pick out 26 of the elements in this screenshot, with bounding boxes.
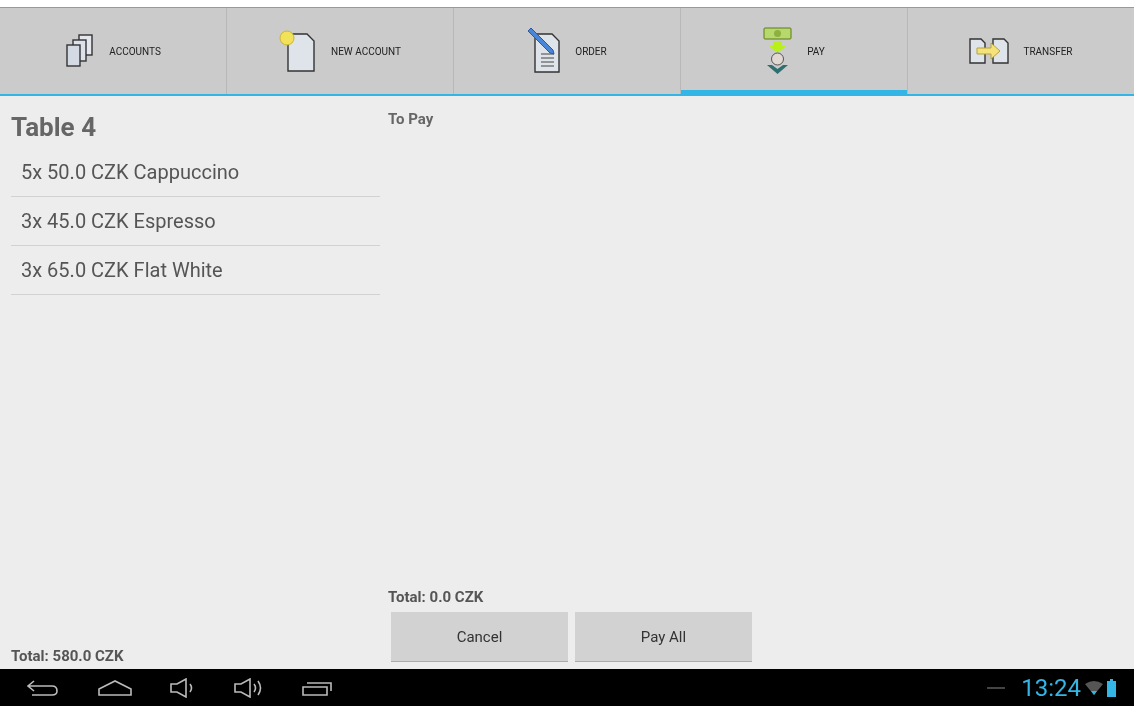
order-item[interactable]: 3x 65.0 CZK Flat White bbox=[11, 246, 380, 295]
transfer-documents-icon bbox=[969, 37, 1010, 65]
money-person-icon bbox=[763, 27, 794, 75]
new-document-icon bbox=[279, 29, 317, 73]
tab[interactable]: PAY bbox=[680, 8, 907, 94]
tab[interactable]: TRANSFER bbox=[907, 8, 1134, 94]
home-icon[interactable] bbox=[98, 679, 132, 696]
account-total: Total: 580.0 CZK bbox=[11, 647, 125, 665]
recent-apps-icon[interactable] bbox=[302, 679, 334, 696]
order-item[interactable]: 5x 50.0 CZK Cappuccino bbox=[11, 148, 380, 197]
tab[interactable]: NEW ACCOUNT bbox=[226, 8, 453, 94]
volume-up-icon[interactable] bbox=[234, 677, 264, 698]
tab[interactable]: ORDER bbox=[453, 8, 680, 94]
clock: 13:24 bbox=[1021, 673, 1081, 702]
documents-icon bbox=[65, 34, 96, 68]
back-icon[interactable] bbox=[26, 678, 60, 697]
cancel-button[interactable]: Cancel bbox=[391, 612, 568, 662]
to-pay-total: Total: 0.0 CZK bbox=[388, 588, 485, 606]
tab[interactable]: ACCOUNTS bbox=[0, 8, 226, 94]
pay-all-button[interactable]: Pay All bbox=[575, 612, 752, 662]
battery-icon bbox=[1107, 678, 1116, 697]
document-pencil-icon bbox=[527, 28, 562, 74]
to-pay-title: To Pay bbox=[388, 110, 435, 128]
account-title: Table 4 bbox=[11, 112, 98, 144]
wifi-icon bbox=[1085, 680, 1103, 695]
order-item[interactable]: 3x 45.0 CZK Espresso bbox=[11, 197, 380, 246]
